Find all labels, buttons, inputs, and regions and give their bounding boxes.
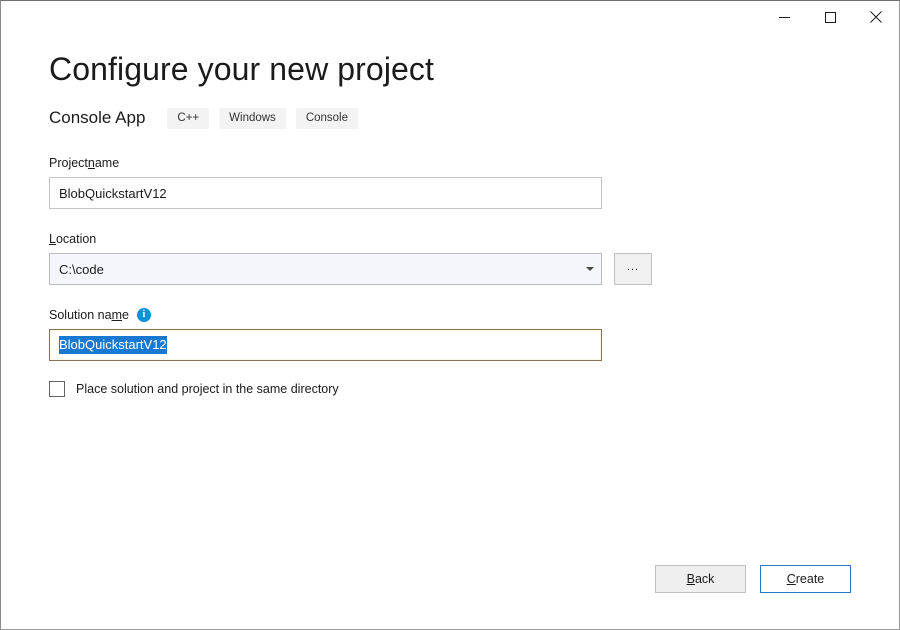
project-name-label-post: ame <box>95 155 119 171</box>
same-directory-label-pre: Place solution and project in the same <box>76 382 291 396</box>
template-summary: Console App C++ Windows Console <box>49 107 851 129</box>
close-icon <box>870 11 882 23</box>
location-group: Location C:\code ... <box>49 231 851 285</box>
project-name-row: BlobQuickstartV12 <box>49 177 851 209</box>
minimize-icon <box>779 12 790 23</box>
same-directory-label-accel: d <box>291 382 298 396</box>
configure-project-dialog: Configure your new project Console App C… <box>0 0 900 630</box>
create-label-post: reate <box>796 572 825 586</box>
back-button[interactable]: Back <box>655 565 746 593</box>
browse-button[interactable]: ... <box>614 253 652 285</box>
maximize-button[interactable] <box>807 1 853 33</box>
back-label-accel: B <box>687 572 695 586</box>
same-directory-label-post: irectory <box>298 382 339 396</box>
info-icon[interactable]: i <box>137 308 151 322</box>
location-combobox[interactable]: C:\code <box>49 253 602 285</box>
template-name: Console App <box>49 108 145 128</box>
solution-name-value: BlobQuickstartV12 <box>59 336 167 354</box>
create-button[interactable]: Create <box>760 565 851 593</box>
dialog-content: Configure your new project Console App C… <box>1 33 899 629</box>
solution-name-label-pre: Solution na <box>49 307 112 323</box>
solution-name-label: Solution namei <box>49 307 851 323</box>
solution-name-label-accel: m <box>112 307 122 323</box>
solution-name-group: Solution namei BlobQuickstartV12 <box>49 307 851 361</box>
maximize-icon <box>825 12 836 23</box>
location-label-accel: L <box>49 231 56 247</box>
project-name-value: BlobQuickstartV12 <box>59 186 167 201</box>
close-button[interactable] <box>853 1 899 33</box>
chevron-down-icon[interactable] <box>579 254 601 284</box>
title-bar <box>1 1 899 33</box>
location-label: Location <box>49 231 851 247</box>
project-name-label: Project name <box>49 155 851 171</box>
tag-language: C++ <box>167 108 209 129</box>
page-title: Configure your new project <box>49 49 851 89</box>
location-label-post: ocation <box>56 231 96 247</box>
project-name-group: Project name BlobQuickstartV12 <box>49 155 851 209</box>
project-name-label-accel: n <box>88 155 95 171</box>
project-name-label-pre: Project <box>49 155 88 171</box>
same-directory-label[interactable]: Place solution and project in the same d… <box>76 382 339 396</box>
create-label-accel: C <box>787 572 796 586</box>
solution-name-label-post: e <box>122 307 129 323</box>
location-value: C:\code <box>59 262 579 277</box>
location-row: C:\code ... <box>49 253 851 285</box>
tag-platform: Windows <box>219 108 286 129</box>
solution-name-row: BlobQuickstartV12 <box>49 329 851 361</box>
project-name-input[interactable]: BlobQuickstartV12 <box>49 177 602 209</box>
tag-project-type: Console <box>296 108 358 129</box>
solution-name-input[interactable]: BlobQuickstartV12 <box>49 329 602 361</box>
same-directory-row[interactable]: Place solution and project in the same d… <box>49 381 851 397</box>
same-directory-checkbox[interactable] <box>49 381 65 397</box>
back-label-post: ack <box>695 572 714 586</box>
dialog-footer: Back Create <box>655 565 851 593</box>
minimize-button[interactable] <box>761 1 807 33</box>
